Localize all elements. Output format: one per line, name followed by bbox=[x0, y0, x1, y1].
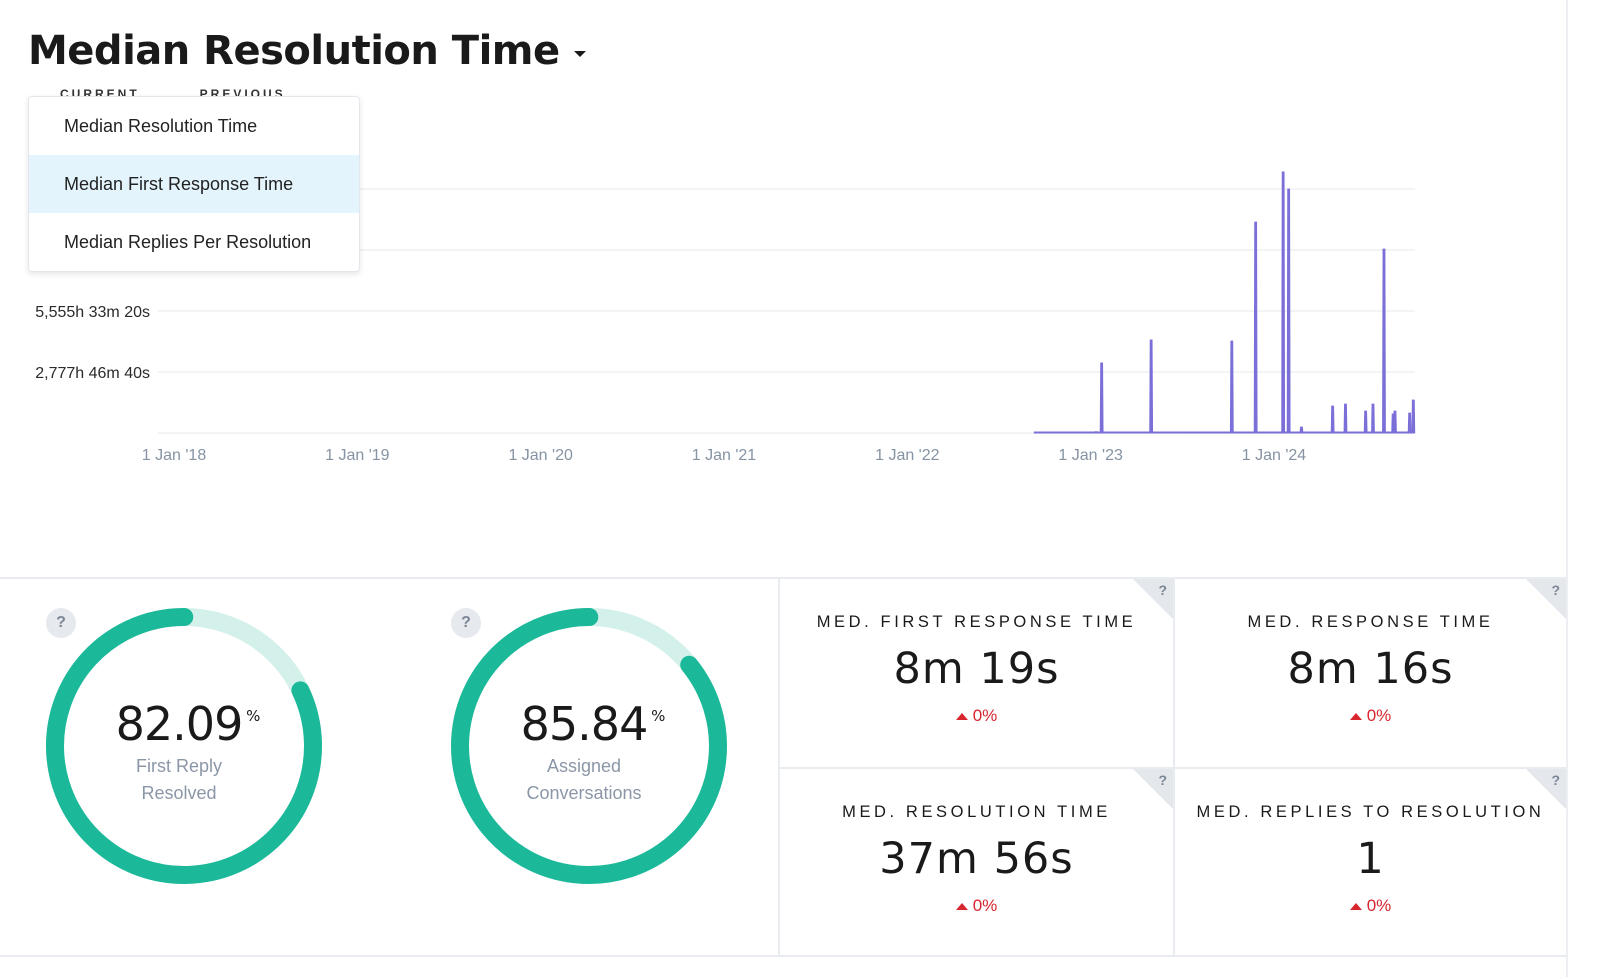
data-point-spike[interactable] bbox=[1393, 410, 1397, 434]
help-corner[interactable]: ? bbox=[1526, 579, 1566, 619]
stat-card-first-response-time: ? MED. FIRST RESPONSE TIME 8m 19s 0% bbox=[780, 579, 1173, 767]
corner-triangle bbox=[1133, 579, 1173, 619]
data-point-spike[interactable] bbox=[1229, 340, 1234, 434]
help-icon: ? bbox=[1551, 772, 1560, 788]
data-point-spike[interactable] bbox=[1330, 405, 1335, 434]
arrow-up-icon bbox=[1349, 712, 1362, 720]
data-point-spike[interactable] bbox=[1281, 171, 1286, 434]
data-point-spike[interactable] bbox=[1371, 403, 1375, 434]
arrow-up-icon bbox=[955, 712, 968, 720]
data-point-spike[interactable] bbox=[1094, 431, 1099, 434]
x-tick-label: 1 Jan '21 bbox=[692, 447, 757, 464]
data-point-spike[interactable] bbox=[1149, 339, 1154, 434]
corner-triangle bbox=[1133, 769, 1173, 809]
stat-cards: ? MED. FIRST RESPONSE TIME 8m 19s 0% ? M… bbox=[778, 579, 1566, 957]
metric-selector[interactable]: Median Resolution Time bbox=[28, 28, 586, 74]
legend-current: CURRENT bbox=[60, 88, 140, 96]
data-point-spike[interactable] bbox=[1343, 403, 1348, 434]
help-corner[interactable]: ? bbox=[1133, 769, 1173, 809]
stat-delta-value: 0% bbox=[1366, 706, 1392, 725]
gauge-label: First Reply Resolved bbox=[39, 753, 319, 807]
help-corner[interactable]: ? bbox=[1526, 769, 1566, 809]
gauge-label-line: Conversations bbox=[526, 783, 642, 803]
legend-previous: PREVIOUS bbox=[199, 88, 286, 96]
stat-title: MED. RESOLUTION TIME bbox=[842, 803, 1111, 821]
data-point-spike[interactable] bbox=[1099, 362, 1104, 434]
stat-card-replies-to-resolution: ? MED. REPLIES TO RESOLUTION 1 0% bbox=[1173, 767, 1566, 955]
stat-value: 8m 19s bbox=[893, 644, 1060, 694]
data-point-spike[interactable] bbox=[1411, 399, 1416, 434]
stat-title: MED. REPLIES TO RESOLUTION bbox=[1196, 803, 1545, 821]
data-point-spike[interactable] bbox=[1253, 221, 1258, 434]
gauge-label-line: Assigned bbox=[546, 756, 622, 776]
scrollbar-track[interactable] bbox=[1566, 0, 1568, 977]
arrow-up-icon bbox=[955, 902, 968, 910]
gauge-value: 85.84% bbox=[520, 697, 666, 751]
gauge-center: 85.84% Assigned Conversations bbox=[444, 697, 724, 807]
caret-down-icon bbox=[573, 51, 586, 57]
arrow-up-icon bbox=[1349, 902, 1362, 910]
metric-dropdown-menu: Median Resolution Time Median First Resp… bbox=[28, 96, 360, 272]
gauge-value-number: 82.09 bbox=[115, 697, 244, 751]
data-point-spike[interactable] bbox=[1407, 412, 1412, 434]
corner-triangle bbox=[1526, 769, 1566, 809]
stat-value: 37m 56s bbox=[879, 834, 1074, 884]
gauge-label-line: Resolved bbox=[141, 783, 217, 803]
stat-delta-value: 0% bbox=[1366, 896, 1392, 915]
stat-value: 1 bbox=[1356, 834, 1385, 884]
dropdown-item-median-first-response-time[interactable]: Median First Response Time bbox=[29, 155, 359, 213]
stat-delta: 0% bbox=[1175, 896, 1566, 916]
data-point-spike[interactable] bbox=[1286, 188, 1291, 434]
y-tick-label: 5,555h 33m 20s bbox=[35, 304, 150, 321]
data-point-spike[interactable] bbox=[1363, 410, 1368, 434]
gauge-unit: % bbox=[246, 707, 260, 725]
data-point-spike[interactable] bbox=[1299, 426, 1304, 434]
stat-delta: 0% bbox=[780, 896, 1173, 916]
x-tick-label: 1 Jan '20 bbox=[508, 447, 573, 464]
help-icon: ? bbox=[1551, 582, 1560, 598]
gauge-center: 82.09% First Reply Resolved bbox=[39, 697, 319, 807]
help-icon: ? bbox=[1158, 772, 1167, 788]
x-tick-label: 1 Jan '19 bbox=[325, 447, 390, 464]
dropdown-item-median-replies-per-resolution[interactable]: Median Replies Per Resolution bbox=[29, 213, 359, 271]
x-tick-label: 1 Jan '24 bbox=[1242, 447, 1307, 464]
stat-delta: 0% bbox=[780, 706, 1173, 726]
gauge-label: Assigned Conversations bbox=[444, 753, 724, 807]
x-tick-label: 1 Jan '18 bbox=[142, 447, 207, 464]
gauge-assigned-conversations: ? 85.84% Assigned Conversations bbox=[390, 579, 780, 957]
gauge-value-number: 85.84 bbox=[520, 697, 649, 751]
gauge-value: 82.09% bbox=[115, 697, 261, 751]
stat-value: 8m 16s bbox=[1287, 644, 1454, 694]
dropdown-item-median-resolution-time[interactable]: Median Resolution Time bbox=[29, 97, 359, 155]
stat-title: MED. FIRST RESPONSE TIME bbox=[816, 613, 1137, 631]
gauge-first-reply-resolved: ? 82.09% First Reply Resolved bbox=[0, 579, 390, 957]
legend: CURRENT PREVIOUS bbox=[60, 88, 286, 96]
help-icon: ? bbox=[1158, 582, 1167, 598]
corner-triangle bbox=[1526, 579, 1566, 619]
summary-panel: ? 82.09% First Reply Resolved ? 85.84% A… bbox=[0, 577, 1568, 957]
gauge-label-line: First Reply bbox=[135, 756, 222, 776]
x-tick-label: 1 Jan '22 bbox=[875, 447, 940, 464]
stat-delta-value: 0% bbox=[972, 896, 998, 915]
page-title: Median Resolution Time bbox=[28, 28, 560, 74]
stat-card-response-time: ? MED. RESPONSE TIME 8m 16s 0% bbox=[1173, 579, 1566, 767]
gauge-unit: % bbox=[651, 707, 665, 725]
data-point-spike[interactable] bbox=[1191, 431, 1196, 434]
stat-delta-value: 0% bbox=[972, 706, 998, 725]
stat-title: MED. RESPONSE TIME bbox=[1247, 613, 1494, 631]
data-point-spike[interactable] bbox=[1382, 248, 1386, 434]
y-tick-label: 2,777h 46m 40s bbox=[35, 365, 150, 382]
stat-delta: 0% bbox=[1175, 706, 1566, 726]
help-corner[interactable]: ? bbox=[1133, 579, 1173, 619]
x-tick-label: 1 Jan '23 bbox=[1058, 447, 1123, 464]
stat-card-resolution-time: ? MED. RESOLUTION TIME 37m 56s 0% bbox=[780, 767, 1173, 955]
